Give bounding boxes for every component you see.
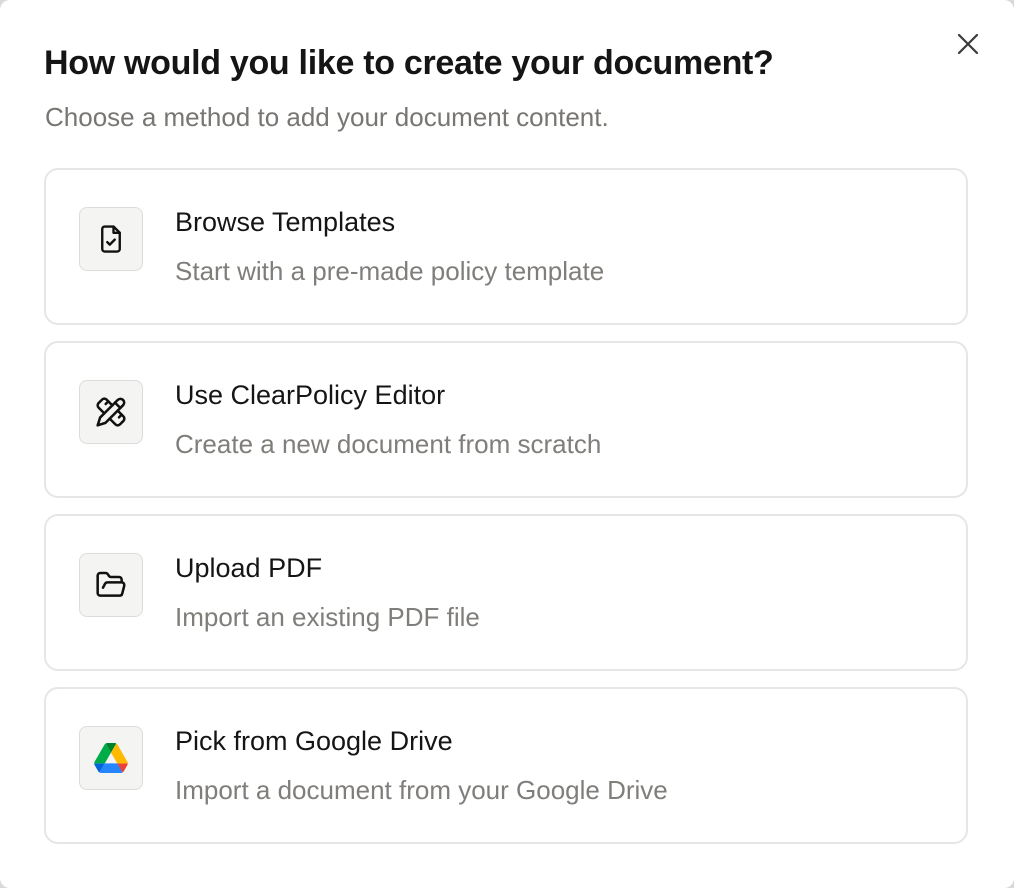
option-description: Import a document from your Google Drive bbox=[175, 775, 668, 805]
folder-open-icon bbox=[96, 571, 126, 597]
option-title: Browse Templates bbox=[175, 207, 396, 237]
option-title: Use ClearPolicy Editor bbox=[175, 380, 446, 410]
option-description: Create a new document from scratch bbox=[175, 429, 602, 459]
option-icon-box bbox=[79, 207, 143, 271]
option-icon-box bbox=[79, 553, 143, 617]
option-icon-box bbox=[79, 380, 143, 444]
option-title: Pick from Google Drive bbox=[175, 726, 453, 756]
google-drive-icon bbox=[94, 743, 128, 773]
option-description: Import an existing PDF file bbox=[175, 602, 480, 632]
option-clearpolicy-editor[interactable]: Use ClearPolicy Editor Create a new docu… bbox=[44, 341, 968, 498]
close-icon bbox=[957, 33, 979, 55]
close-button[interactable] bbox=[950, 26, 986, 62]
dialog-subtitle: Choose a method to add your document con… bbox=[45, 102, 609, 132]
option-google-drive[interactable]: Pick from Google Drive Import a document… bbox=[44, 687, 968, 844]
option-description: Start with a pre-made policy template bbox=[175, 256, 605, 286]
pencil-ruler-icon bbox=[96, 397, 126, 427]
create-document-dialog: How would you like to create your docume… bbox=[0, 0, 1014, 888]
option-icon-box bbox=[79, 726, 143, 790]
file-check-icon bbox=[101, 225, 121, 253]
method-options-list: Browse Templates Start with a pre-made p… bbox=[44, 168, 968, 860]
option-upload-pdf[interactable]: Upload PDF Import an existing PDF file bbox=[44, 514, 968, 671]
option-title: Upload PDF bbox=[175, 553, 323, 583]
option-browse-templates[interactable]: Browse Templates Start with a pre-made p… bbox=[44, 168, 968, 325]
dialog-title: How would you like to create your docume… bbox=[44, 44, 774, 82]
